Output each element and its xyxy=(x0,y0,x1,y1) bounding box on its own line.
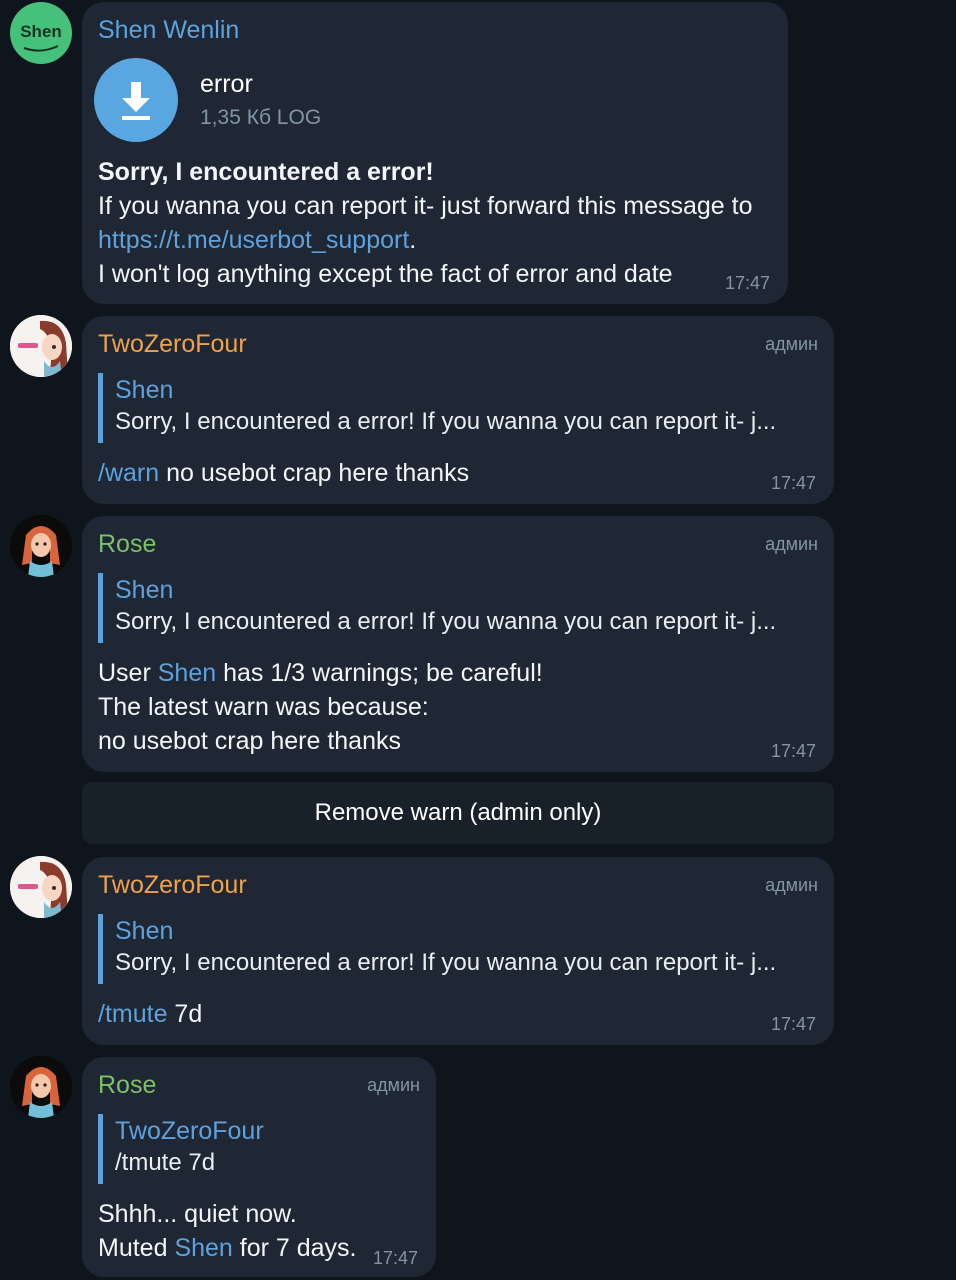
message-time: 17:47 xyxy=(770,741,816,761)
sender-name[interactable]: Shen Wenlin xyxy=(98,16,239,45)
message-bubble-mute-result[interactable]: Rose админ TwoZeroFour /tmute 7d Shhh...… xyxy=(82,1057,436,1277)
user-mention[interactable]: Shen xyxy=(158,659,216,687)
reply-snippet: Sorry, I encountered a error! If you wan… xyxy=(115,949,777,976)
support-link[interactable]: https://t.me/userbot_support xyxy=(98,226,409,254)
error-line-2: If you wanna you can report it- just for… xyxy=(98,192,753,220)
bot-command[interactable]: /tmute xyxy=(98,1000,167,1028)
warn-line-3: no usebot crap here thanks xyxy=(98,727,401,755)
avatar-shen[interactable]: Shen xyxy=(10,2,72,64)
reply-snippet: /tmute 7d xyxy=(115,1149,216,1176)
warn-line-1: User Shen has 1/3 warnings; be careful! xyxy=(98,659,543,687)
error-line-4: I won't log anything except the fact of … xyxy=(98,260,673,288)
message-bubble-warn-command[interactable]: TwoZeroFour админ Shen Sorry, I encounte… xyxy=(82,316,834,504)
rose-avatar-icon xyxy=(10,515,72,577)
message-time: 17:47 xyxy=(770,473,816,493)
mute-line-2: Muted Shen for 7 days. xyxy=(98,1234,357,1262)
message-time: 17:47 xyxy=(724,273,770,293)
sender-name[interactable]: Rose xyxy=(98,530,156,559)
error-bold-line: Sorry, I encountered a error! xyxy=(98,158,434,186)
admin-badge: админ xyxy=(367,1075,420,1095)
reply-author: Shen xyxy=(115,376,174,404)
rose-avatar-icon xyxy=(10,1056,72,1118)
sender-name[interactable]: TwoZeroFour xyxy=(98,330,247,359)
message-text: /warn no usebot crap here thanks xyxy=(98,456,469,490)
reply-preview[interactable]: Shen Sorry, I encountered a error! If yo… xyxy=(98,914,812,984)
download-icon[interactable] xyxy=(94,58,178,142)
reply-preview[interactable]: TwoZeroFour /tmute 7d xyxy=(98,1114,414,1184)
avatar-rose[interactable] xyxy=(10,515,72,577)
command-args: no usebot crap here thanks xyxy=(159,459,470,487)
file-name[interactable]: error xyxy=(200,70,253,99)
anime-girl-avatar-icon xyxy=(10,856,72,918)
avatar-twozerofour[interactable] xyxy=(10,856,72,918)
avatar-swoosh-icon xyxy=(23,45,59,52)
reply-author: TwoZeroFour xyxy=(115,1117,264,1145)
reply-preview[interactable]: Shen Sorry, I encountered a error! If yo… xyxy=(98,373,812,443)
message-bubble-tmute-command[interactable]: TwoZeroFour админ Shen Sorry, I encounte… xyxy=(82,857,834,1045)
anime-girl-avatar-icon xyxy=(10,315,72,377)
avatar-twozerofour[interactable] xyxy=(10,315,72,377)
avatar-rose[interactable] xyxy=(10,1056,72,1118)
message-bubble-error[interactable]: Shen Wenlin error 1,35 Кб LOG Sorry, I e… xyxy=(82,2,788,304)
warn-line-2: The latest warn was because: xyxy=(98,693,429,721)
link-suffix: . xyxy=(409,226,417,254)
file-size: 1,35 Кб LOG xyxy=(200,106,322,129)
user-mention[interactable]: Shen xyxy=(174,1234,232,1262)
admin-badge: админ xyxy=(765,875,818,895)
error-line-3: https://t.me/userbot_support. xyxy=(98,223,416,257)
reply-author: Shen xyxy=(115,576,174,604)
sender-name[interactable]: TwoZeroFour xyxy=(98,871,247,900)
command-args: 7d xyxy=(167,1000,203,1028)
admin-badge: админ xyxy=(765,334,818,354)
reply-snippet: Sorry, I encountered a error! If you wan… xyxy=(115,608,777,635)
message-text: /tmute 7d xyxy=(98,997,202,1031)
message-bubble-warn-result[interactable]: Rose админ Shen Sorry, I encountered a e… xyxy=(82,516,834,772)
sender-name[interactable]: Rose xyxy=(98,1071,156,1100)
reply-preview[interactable]: Shen Sorry, I encountered a error! If yo… xyxy=(98,573,812,643)
mute-line-1: Shhh... quiet now. xyxy=(98,1200,297,1228)
bot-command[interactable]: /warn xyxy=(98,459,159,487)
message-time: 17:47 xyxy=(770,1014,816,1034)
remove-warn-button[interactable]: Remove warn (admin only) xyxy=(82,782,834,844)
message-time: 17:47 xyxy=(372,1248,418,1268)
admin-badge: админ xyxy=(765,534,818,554)
reply-author: Shen xyxy=(115,917,174,945)
reply-snippet: Sorry, I encountered a error! If you wan… xyxy=(115,408,777,435)
